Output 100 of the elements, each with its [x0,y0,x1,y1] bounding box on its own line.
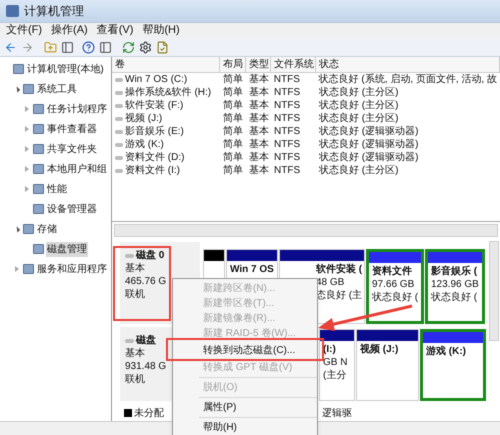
folder-icon [33,184,44,194]
table-cell-text: 基本 [248,73,270,86]
tree-item[interactable]: 计算机管理(本地) [26,62,105,76]
column-header[interactable]: 状态 [316,57,500,72]
partition-header [423,332,483,343]
drive-icon [115,116,123,120]
table-cell-text: 简单 [222,164,244,177]
collapsed-arrow-icon[interactable] [24,166,28,172]
tree-item[interactable]: 共享文件夹 [46,142,98,156]
menu-item[interactable]: 帮助(H) [142,22,180,39]
partition-status: 状态良好 ( [431,291,478,304]
tree-item[interactable]: 系统工具 [36,82,78,96]
partition-name: Win 7 OS [230,263,275,276]
panel-icon[interactable] [61,40,74,54]
partition-status: (主分 [323,369,348,382]
vertical-scrollbar[interactable] [489,241,499,341]
menu-item[interactable]: 操作(A) [51,22,88,39]
tree-item[interactable]: 任务计划程序 [46,102,108,116]
table-cell-text: 状态良好 (主分区) [318,164,400,177]
drive-icon [115,78,123,82]
collapsed-arrow-icon[interactable] [24,186,28,192]
table-cell-text: 基本 [248,151,270,164]
partition-header [320,330,354,341]
folder-icon [33,124,44,134]
back-icon[interactable] [4,40,17,54]
partition-header [357,330,418,341]
column-header[interactable]: 卷 [112,57,220,72]
column-header[interactable]: 布局 [220,57,246,72]
tree-item[interactable]: 本地用户和组 [46,162,108,176]
table-cell-text: 状态良好 (主分区) [318,99,400,112]
table-cell-text: 简单 [222,99,244,112]
table-cell-text: NTFS [273,99,302,112]
partition-size: 97.66 GB [372,278,416,291]
settings-icon[interactable] [139,40,152,54]
forward-icon[interactable] [21,40,34,54]
disk-size: 465.76 G [125,275,166,288]
table-cell-text: 状态良好 (逻辑驱动器) [318,138,420,151]
table-cell: 影音娱乐 (E:) [112,125,220,138]
collapsed-arrow-icon[interactable] [24,126,28,132]
column-header[interactable]: 类型 [246,57,271,72]
menu-item[interactable]: 查看(V) [96,22,134,39]
table-cell-text: 基本 [248,112,270,125]
collapsed-arrow-icon[interactable] [14,266,18,272]
table-cell-text: 基本 [248,125,270,138]
menu-option[interactable]: 帮助(H) [173,420,317,435]
collapsed-arrow-icon[interactable] [24,106,28,112]
tree-item[interactable]: 性能 [46,182,68,196]
disk-status: 联机 [125,373,145,386]
drive-icon [115,130,123,134]
table-cell: 游戏 (K:) [112,138,220,151]
drive-icon [115,156,123,160]
disk-name: 磁盘 0 [136,249,164,262]
table-cell-text: 简单 [222,151,244,164]
table-cell-text: NTFS [273,151,302,164]
tree-item[interactable]: 存储 [36,222,58,236]
folder-icon [23,84,34,94]
folder-icon [23,224,34,234]
table-cell-text: NTFS [273,86,302,99]
table-cell-text: 基本 [248,86,270,99]
menu-item[interactable]: 文件(F) [6,22,42,39]
table-cell-text: 简单 [222,125,244,138]
legend-label: 未分配 [134,406,164,420]
panel-icon[interactable] [99,40,112,54]
table-cell-text: 基本 [248,99,270,112]
menu-option[interactable]: 属性(P) [173,400,317,415]
partition-block[interactable]: 游戏 (K:) [420,329,486,401]
partition-header [428,252,482,263]
disk-size: 931.48 G [125,360,166,373]
tree-item[interactable]: 磁盘管理 [46,242,88,256]
tree-item[interactable]: 事件查看器 [46,122,98,136]
partition-name: 游戏 (K:) [426,345,467,358]
folder-up-icon[interactable] [44,40,57,54]
tree-item[interactable]: 服务和应用程序 [36,262,108,276]
check-icon[interactable] [156,40,169,54]
table-cell-text: 简单 [222,112,244,125]
table-cell-text: 基本 [248,164,270,177]
partition-status: 状态良好 ( [372,291,419,304]
drive-icon [115,90,123,94]
disk-status: 联机 [125,288,145,301]
help-icon[interactable] [82,40,95,54]
app-icon [6,5,19,17]
collapsed-arrow-icon[interactable] [24,146,28,152]
disk-type: 基本 [125,262,145,275]
partition-block[interactable]: 视频 (J:) [356,329,419,401]
horizontal-scrollbar[interactable] [114,224,498,237]
partition-name: 软件安装 ( [316,263,362,276]
table-cell-text: 状态良好 (系统, 启动, 页面文件, 活动, 故 [318,73,498,86]
refresh-icon[interactable] [122,40,135,54]
partition-header [204,250,224,261]
table-cell-text: 基本 [248,138,270,151]
folder-icon [13,64,24,74]
partition-block[interactable]: 影音娱乐 ( 123.96 GB 状态良好 ( [425,249,485,324]
folder-icon [23,264,34,274]
table-cell: 操作系统&软件 (H:) [112,86,220,99]
partition-block[interactable]: 资料文件 97.66 GB 状态良好 ( [366,249,424,324]
tree-item[interactable]: 设备管理器 [46,202,98,216]
column-header[interactable]: 文件系统 [271,57,316,72]
table-cell: 软件安装 (F:) [112,99,220,112]
window-title: 计算机管理 [24,3,84,20]
drive-icon [115,104,123,108]
